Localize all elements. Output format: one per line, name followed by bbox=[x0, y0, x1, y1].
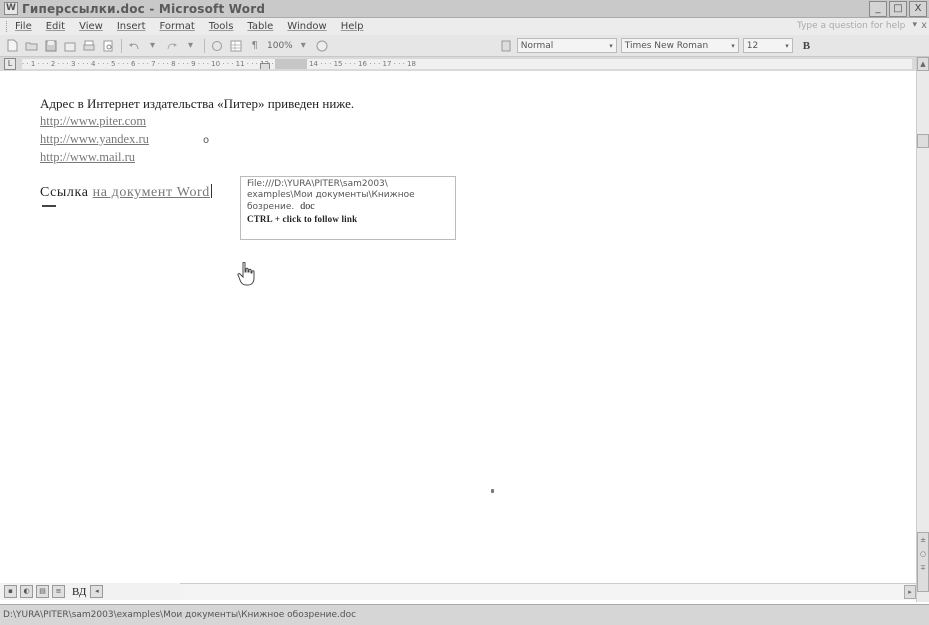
text-caret bbox=[210, 184, 212, 198]
redo-icon[interactable] bbox=[163, 38, 180, 54]
hyperlink-piter-text[interactable]: http://www.piter.com bbox=[40, 114, 146, 128]
view-buttons-bar: ▪ ◐ ▤ ≡ ВД ◂ bbox=[0, 583, 180, 600]
menu-insert[interactable]: Insert bbox=[117, 21, 146, 32]
print-layout-icon[interactable]: ▤ bbox=[36, 585, 49, 598]
screentip-filename: бозрение. bbox=[247, 202, 295, 212]
menu-tools[interactable]: Tools bbox=[209, 21, 234, 32]
chevron-down-icon: ▾ bbox=[785, 41, 789, 50]
open-folder-icon[interactable] bbox=[23, 38, 40, 54]
menu-bar: File Edit View Insert Format Tools Table… bbox=[0, 18, 929, 35]
screentip-path-line2: examples\Мои документы\Книжное bbox=[247, 190, 415, 200]
show-hide-icon[interactable]: ¶ bbox=[246, 38, 263, 54]
hyperlink-mail-text[interactable]: http://www.mail.ru bbox=[40, 150, 135, 164]
chevron-down-icon: ▾ bbox=[609, 41, 613, 50]
paragraph-intro: Адрес в Интернет издательства «Питер» пр… bbox=[40, 96, 355, 111]
scroll-right-icon[interactable]: ▸ bbox=[904, 585, 916, 599]
style-select[interactable]: Normal ▾ bbox=[516, 38, 617, 53]
new-document-icon[interactable] bbox=[4, 38, 21, 54]
redo-dropdown-icon[interactable]: ▾ bbox=[182, 38, 199, 54]
save-icon[interactable] bbox=[42, 38, 59, 54]
screentip-path-line1: File:///D:\YURA\PITER\sam2003\ bbox=[247, 179, 388, 189]
menu-file[interactable]: File bbox=[15, 21, 32, 32]
help-icon[interactable] bbox=[314, 38, 331, 54]
permission-icon[interactable] bbox=[61, 38, 78, 54]
word-app-icon[interactable]: W bbox=[4, 2, 18, 15]
font-select[interactable]: Times New Roman ▾ bbox=[620, 38, 739, 53]
document-close-button[interactable]: x bbox=[921, 20, 927, 31]
outline-view-icon[interactable]: ≡ bbox=[52, 585, 65, 598]
title-bar: W Гиперссылки.doc - Microsoft Word _ □ X bbox=[0, 0, 929, 18]
window-controls: _ □ X bbox=[869, 1, 927, 17]
horizontal-scrollbar[interactable]: ▸ bbox=[180, 583, 916, 600]
ruler-margin-shade bbox=[275, 59, 307, 69]
help-search-input[interactable]: Type a question for help bbox=[797, 21, 907, 33]
toolbar-separator bbox=[121, 38, 122, 53]
toolbar-separator bbox=[204, 38, 205, 53]
scroll-left-icon[interactable]: ◂ bbox=[90, 585, 104, 598]
paragraph-end-mark bbox=[42, 205, 56, 207]
minimize-button[interactable]: _ bbox=[869, 1, 887, 17]
paragraph-document-link: Ссылка на документ Word bbox=[40, 184, 212, 201]
ruler-marks: · · 1 · · · 2 · · · 3 · · · 4 · · · 5 · … bbox=[22, 60, 416, 68]
menu-table[interactable]: Table bbox=[247, 21, 273, 32]
toolbar: ▾ ▾ ¶ 100% ▾ Normal ▾ Times New Roman ▾ 12… bbox=[0, 35, 929, 57]
hyperlink-piter[interactable]: http://www.piter.com bbox=[40, 114, 146, 129]
hyperlink-mail[interactable]: http://www.mail.ru bbox=[40, 150, 135, 165]
bold-button[interactable]: B bbox=[803, 40, 810, 52]
browse-object-buttons[interactable]: ± ○ ∓ bbox=[917, 532, 929, 592]
scroll-thumb[interactable] bbox=[917, 134, 929, 148]
font-size-value: 12 bbox=[746, 40, 759, 51]
stray-character: o bbox=[203, 135, 210, 146]
menu-help[interactable]: Help bbox=[341, 21, 364, 32]
font-size-select[interactable]: 12 ▾ bbox=[742, 38, 793, 53]
chevron-down-icon: ▾ bbox=[731, 41, 735, 50]
style-value: Normal bbox=[520, 40, 554, 51]
link-prefix-text: Ссылка bbox=[40, 185, 93, 200]
vertical-scrollbar[interactable]: ▲ ± ○ ∓ bbox=[916, 57, 929, 602]
web-layout-icon[interactable]: ◐ bbox=[20, 585, 33, 598]
menu-view[interactable]: View bbox=[79, 21, 103, 32]
scroll-up-icon[interactable]: ▲ bbox=[917, 57, 929, 71]
maximize-button[interactable]: □ bbox=[889, 1, 907, 17]
zoom-select[interactable]: 100% bbox=[267, 41, 293, 51]
screentip-path-line3: бозрение. doc bbox=[247, 201, 449, 213]
status-bar: D:\YURA\PITER\sam2003\examples\Мои докум… bbox=[0, 604, 929, 625]
print-preview-icon[interactable] bbox=[99, 38, 116, 54]
screentip-extension: doc bbox=[300, 201, 315, 212]
hyperlink-screentip: File:///D:\YURA\PITER\sam2003\ examples\… bbox=[240, 176, 456, 240]
undo-dropdown-icon[interactable]: ▾ bbox=[144, 38, 161, 54]
print-icon[interactable] bbox=[80, 38, 97, 54]
normal-view-icon[interactable]: ▪ bbox=[4, 585, 17, 598]
help-dropdown-icon[interactable]: ▾ bbox=[912, 20, 917, 30]
menu-format[interactable]: Format bbox=[160, 21, 195, 32]
window-title: Гиперссылки.doc - Microsoft Word bbox=[22, 1, 266, 16]
horizontal-ruler[interactable]: · · 1 · · · 2 · · · 3 · · · 4 · · · 5 · … bbox=[22, 59, 912, 69]
hyperlink-yandex[interactable]: http://www.yandex.ru bbox=[40, 132, 149, 147]
undo-icon[interactable] bbox=[125, 38, 142, 54]
ruler-bar: L · · 1 · · · 2 · · · 3 · · · 4 · · · 5 … bbox=[0, 57, 929, 71]
hand-cursor-icon bbox=[237, 262, 255, 286]
close-button[interactable]: X bbox=[909, 1, 927, 17]
hyperlink-icon[interactable] bbox=[208, 38, 225, 54]
menu-window[interactable]: Window bbox=[287, 21, 326, 32]
menu-edit[interactable]: Edit bbox=[46, 21, 65, 32]
hyperlink-yandex-text[interactable]: http://www.yandex.ru bbox=[40, 132, 149, 146]
hyperlink-word-document[interactable]: на документ Word bbox=[93, 185, 210, 200]
status-hyperlink-path: D:\YURA\PITER\sam2003\examples\Мои докум… bbox=[3, 610, 357, 620]
screentip-hint: CTRL + click to follow link bbox=[247, 214, 358, 224]
tab-selector-button[interactable]: L bbox=[4, 58, 16, 70]
right-indent-marker[interactable] bbox=[260, 63, 270, 69]
font-value: Times New Roman bbox=[624, 40, 709, 51]
view-label: ВД bbox=[72, 585, 87, 598]
table-icon[interactable] bbox=[227, 38, 244, 54]
styles-pane-icon[interactable] bbox=[498, 38, 515, 54]
document-speck bbox=[491, 489, 494, 493]
menu-grip[interactable] bbox=[6, 21, 9, 32]
zoom-dropdown-icon[interactable]: ▾ bbox=[295, 38, 312, 54]
